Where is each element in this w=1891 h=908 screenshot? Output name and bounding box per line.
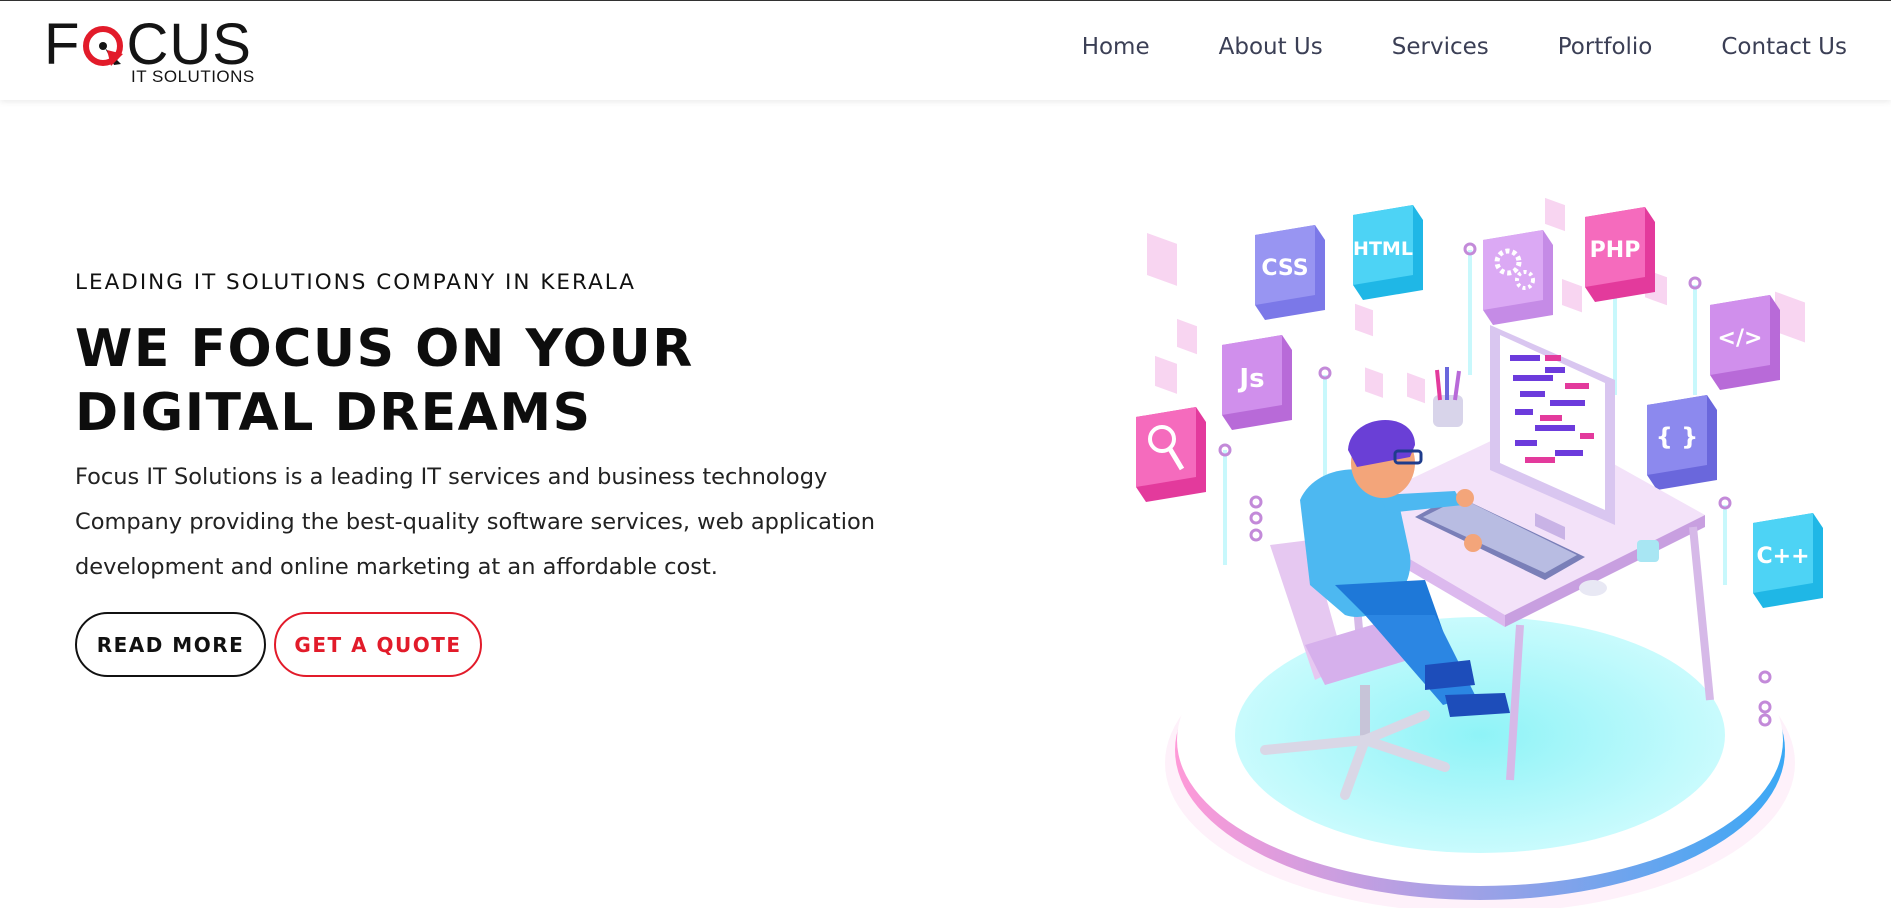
magnifier-tile	[1136, 407, 1206, 502]
svg-text:CSS: CSS	[1261, 256, 1308, 281]
description-line-2: Company providing the best-quality softw…	[75, 509, 875, 535]
developer-illustration: CSS HTML PHP Js {} </> C++	[1136, 197, 1823, 908]
svg-text:{ }: { }	[1656, 423, 1699, 451]
cup	[1637, 540, 1659, 562]
hero-buttons: READ MORE GET A QUOTE	[75, 612, 955, 677]
main-navigation: Home About Us Services Portfolio Contact…	[1082, 34, 1847, 60]
html-tile: HTML	[1353, 205, 1423, 300]
logo-subtitle: IT SOLUTIONS	[131, 67, 255, 86]
get-a-quote-button[interactable]: GET A QUOTE	[274, 612, 482, 677]
site-header: F CUS IT SOLUTIONS Home About Us Service…	[0, 1, 1891, 100]
nav-home[interactable]: Home	[1082, 34, 1150, 60]
hero-description: Focus IT Solutions is a leading IT servi…	[75, 455, 935, 590]
pen-holder	[1433, 367, 1463, 427]
read-more-button[interactable]: READ MORE	[75, 612, 266, 677]
code-tag-tile: </>	[1710, 295, 1780, 390]
svg-text:PHP: PHP	[1590, 238, 1641, 263]
hero-illustration: CSS HTML PHP Js {} </> C++	[1125, 195, 1825, 908]
svg-text:HTML: HTML	[1353, 238, 1413, 260]
css-tile: CSS	[1255, 225, 1325, 320]
description-line-3: development and online marketing at an a…	[75, 554, 718, 580]
logo-target-icon	[81, 17, 125, 66]
svg-text:C++: C++	[1756, 544, 1809, 569]
focus-logo[interactable]: F CUS IT SOLUTIONS	[44, 13, 274, 89]
nav-portfolio[interactable]: Portfolio	[1558, 34, 1653, 60]
headline-line-1: WE FOCUS ON YOUR	[75, 319, 694, 379]
mouse	[1579, 580, 1607, 596]
nav-services[interactable]: Services	[1392, 34, 1489, 60]
js-tile: Js	[1222, 335, 1292, 430]
php-tile: PHP	[1585, 207, 1655, 302]
hero-eyebrow: LEADING IT SOLUTIONS COMPANY IN KERALA	[75, 270, 636, 295]
cpp-tile: C++	[1753, 513, 1823, 608]
braces-tile: { }	[1647, 395, 1717, 490]
headline-line-2: DIGITAL DREAMS	[75, 383, 592, 443]
hero-section: LEADING IT SOLUTIONS COMPANY IN KERALA W…	[75, 270, 955, 677]
svg-text:Js: Js	[1237, 364, 1264, 394]
gears-tile	[1483, 230, 1553, 325]
svg-text:</>: </>	[1718, 326, 1763, 351]
nav-contact-us[interactable]: Contact Us	[1721, 34, 1847, 60]
description-line-1: Focus IT Solutions is a leading IT servi…	[75, 464, 828, 490]
hero-headline: WE FOCUS ON YOUR DIGITAL DREAMS	[75, 317, 955, 445]
nav-about-us[interactable]: About Us	[1219, 34, 1323, 60]
